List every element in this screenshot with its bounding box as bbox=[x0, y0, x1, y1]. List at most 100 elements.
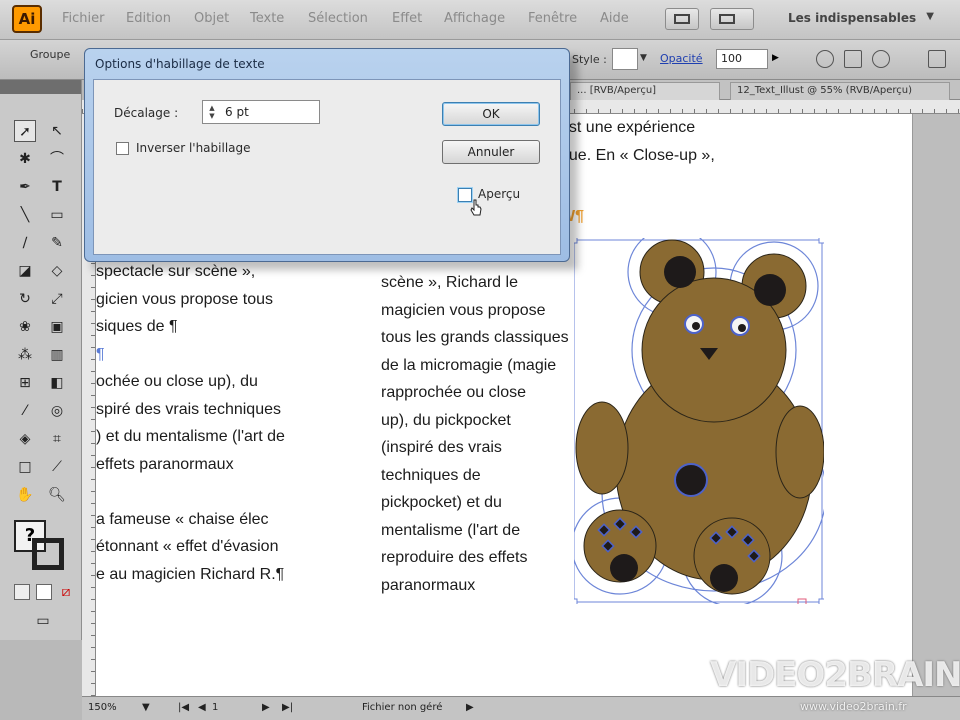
type-tool-icon[interactable]: T bbox=[46, 176, 68, 198]
text-line: paranormaux bbox=[381, 576, 476, 594]
prev-page-icon[interactable]: ◀ bbox=[198, 702, 206, 713]
text-line: (inspiré des vrais bbox=[381, 439, 502, 456]
menu-selection[interactable]: Sélection bbox=[308, 11, 368, 26]
direct-selection-tool-icon[interactable]: ↖ bbox=[46, 120, 68, 142]
cancel-button[interactable]: Annuler bbox=[442, 140, 540, 164]
text-column-left[interactable]: spectacle sur scène », gicien vous propo… bbox=[96, 258, 285, 588]
layout-icon bbox=[719, 14, 735, 24]
graph-tool-icon[interactable]: ▥ bbox=[46, 344, 68, 366]
symbol-sprayer-tool-icon[interactable]: ⁂ bbox=[14, 344, 36, 366]
resize-handle[interactable] bbox=[574, 598, 578, 604]
resize-handle[interactable] bbox=[818, 598, 824, 604]
menu-objet[interactable]: Objet bbox=[194, 11, 229, 26]
grid-icon bbox=[674, 14, 690, 24]
bear-pupil bbox=[692, 322, 700, 330]
blob-brush-tool-icon[interactable]: ◪ bbox=[14, 260, 36, 282]
stroke-swatch[interactable] bbox=[32, 538, 64, 570]
none-mode-icon[interactable]: ⧄ bbox=[58, 584, 74, 600]
tab-document-1[interactable]: ... [RVB/Aperçu] bbox=[570, 82, 720, 100]
fill-stroke-swatches[interactable]: ? bbox=[14, 520, 68, 574]
stepper-arrows-icon[interactable]: ▲ ▼ bbox=[207, 104, 217, 120]
transform-icon[interactable] bbox=[872, 50, 890, 68]
zoom-tool-icon[interactable]: 🔍︎ bbox=[46, 484, 68, 506]
dialog-title[interactable]: Options d'habillage de texte bbox=[95, 57, 265, 71]
text-line: gicien vous propose tous bbox=[96, 290, 273, 308]
blend-tool-icon[interactable]: ◎ bbox=[46, 400, 68, 422]
zoom-level[interactable]: 150% bbox=[88, 702, 117, 713]
slice-tool-icon[interactable]: ⟋ bbox=[46, 456, 68, 478]
recolor-icon[interactable] bbox=[816, 50, 834, 68]
eraser-tool-icon[interactable]: ◇ bbox=[46, 260, 68, 282]
screen-mode-icon[interactable]: ▭ bbox=[30, 610, 56, 632]
watermark-url: www.video2brain.fr bbox=[800, 700, 907, 713]
line-tool-icon[interactable]: ╲ bbox=[14, 204, 36, 226]
menu-aide[interactable]: Aide bbox=[600, 11, 629, 26]
lasso-tool-icon[interactable]: ⌒ bbox=[46, 148, 68, 170]
menu-affichage[interactable]: Affichage bbox=[444, 11, 505, 26]
mesh-tool-icon[interactable]: ⊞ bbox=[14, 372, 36, 394]
hand-tool-icon[interactable]: ✋ bbox=[14, 484, 36, 506]
crop-area-tool-icon[interactable]: ⌗ bbox=[46, 428, 68, 450]
menu-fenetre[interactable]: Fenêtre bbox=[528, 11, 577, 26]
chevron-right-icon[interactable]: ▶ bbox=[466, 702, 474, 713]
ear-inner bbox=[754, 274, 786, 306]
chevron-down-icon[interactable]: ▼ bbox=[640, 53, 647, 63]
text-line: mentalisme (l'art de bbox=[381, 521, 521, 539]
invert-wrap-checkbox[interactable] bbox=[116, 142, 129, 155]
text-wrap-options-dialog: Options d'habillage de texte Décalage : … bbox=[84, 48, 570, 262]
first-page-icon[interactable]: |◀ bbox=[178, 702, 189, 713]
teddy-bear-illustration bbox=[574, 238, 824, 604]
live-paint-tool-icon[interactable]: ◈ bbox=[14, 428, 36, 450]
text-frame-top[interactable]: est une expérience que. En « Close-up », bbox=[560, 114, 715, 169]
scale-tool-icon[interactable]: ⤢ bbox=[46, 288, 68, 310]
gradient-mode-icon[interactable] bbox=[36, 584, 52, 600]
preview-label[interactable]: Aperçu bbox=[478, 187, 520, 201]
pen-tool-icon[interactable]: ✒ bbox=[14, 176, 36, 198]
page-number[interactable]: 1 bbox=[212, 702, 218, 713]
paintbrush-tool-icon[interactable]: ∕ bbox=[14, 232, 36, 254]
tools-panel-header[interactable] bbox=[0, 80, 81, 94]
gradient-tool-icon[interactable]: ◧ bbox=[46, 372, 68, 394]
panel-menu-icon[interactable] bbox=[928, 50, 946, 68]
text-line: spiré des vrais techniques bbox=[96, 400, 281, 418]
next-page-icon[interactable]: ▶ bbox=[262, 702, 270, 713]
resize-handle[interactable] bbox=[818, 238, 824, 244]
menu-texte[interactable]: Texte bbox=[250, 11, 284, 26]
text-line bbox=[96, 478, 285, 506]
color-mode-icon[interactable] bbox=[14, 584, 30, 600]
workspace-switcher[interactable]: Les indispensables ▼ bbox=[780, 8, 940, 30]
align-icon[interactable] bbox=[844, 50, 862, 68]
eyedropper-tool-icon[interactable]: ⁄ bbox=[14, 400, 36, 422]
chevron-down-icon[interactable]: ▼ bbox=[142, 702, 150, 713]
text-line: ) et du mentalisme (l'art de bbox=[96, 428, 285, 445]
bridge-button[interactable] bbox=[665, 8, 699, 30]
selection-tool-icon[interactable]: ➚ bbox=[14, 120, 36, 142]
menu-edition[interactable]: Edition bbox=[126, 11, 171, 26]
magic-wand-tool-icon[interactable]: ✱ bbox=[14, 148, 36, 170]
invert-wrap-label[interactable]: Inverser l'habillage bbox=[136, 141, 251, 155]
text-line: siques de ¶ bbox=[96, 318, 178, 335]
ok-button[interactable]: OK bbox=[442, 102, 540, 126]
text-line: reproduire des effets bbox=[381, 549, 528, 566]
arrange-documents-button[interactable] bbox=[710, 8, 754, 30]
last-page-icon[interactable]: ▶| bbox=[282, 702, 293, 713]
artboard-tool-icon[interactable]: □ bbox=[14, 456, 36, 478]
free-transform-tool-icon[interactable]: ▣ bbox=[46, 316, 68, 338]
pencil-tool-icon[interactable]: ✎ bbox=[46, 232, 68, 254]
file-status: Fichier non géré bbox=[362, 702, 443, 713]
graphic-style-swatch[interactable] bbox=[612, 48, 638, 70]
watermark-logo: VIDEO2BRAIN bbox=[710, 655, 960, 695]
text-line: effets paranormaux bbox=[96, 455, 234, 473]
teddy-bear-artwork[interactable] bbox=[574, 238, 824, 604]
offset-input[interactable]: ▲ ▼ 6 pt bbox=[202, 100, 320, 124]
opacity-link[interactable]: Opacité bbox=[660, 52, 703, 65]
menu-effet[interactable]: Effet bbox=[392, 11, 422, 26]
warp-tool-icon[interactable]: ❀ bbox=[14, 316, 36, 338]
opacity-input[interactable]: 100 bbox=[716, 49, 768, 69]
rectangle-tool-icon[interactable]: ▭ bbox=[46, 204, 68, 226]
tab-document-2[interactable]: 12_Text_Illust @ 55% (RVB/Aperçu) bbox=[730, 82, 950, 100]
menu-fichier[interactable]: Fichier bbox=[62, 11, 105, 26]
chevron-right-icon[interactable]: ▶ bbox=[772, 53, 779, 63]
rotate-tool-icon[interactable]: ↻ bbox=[14, 288, 36, 310]
text-column-right[interactable]: scène », Richard le magicien vous propos… bbox=[381, 269, 569, 599]
